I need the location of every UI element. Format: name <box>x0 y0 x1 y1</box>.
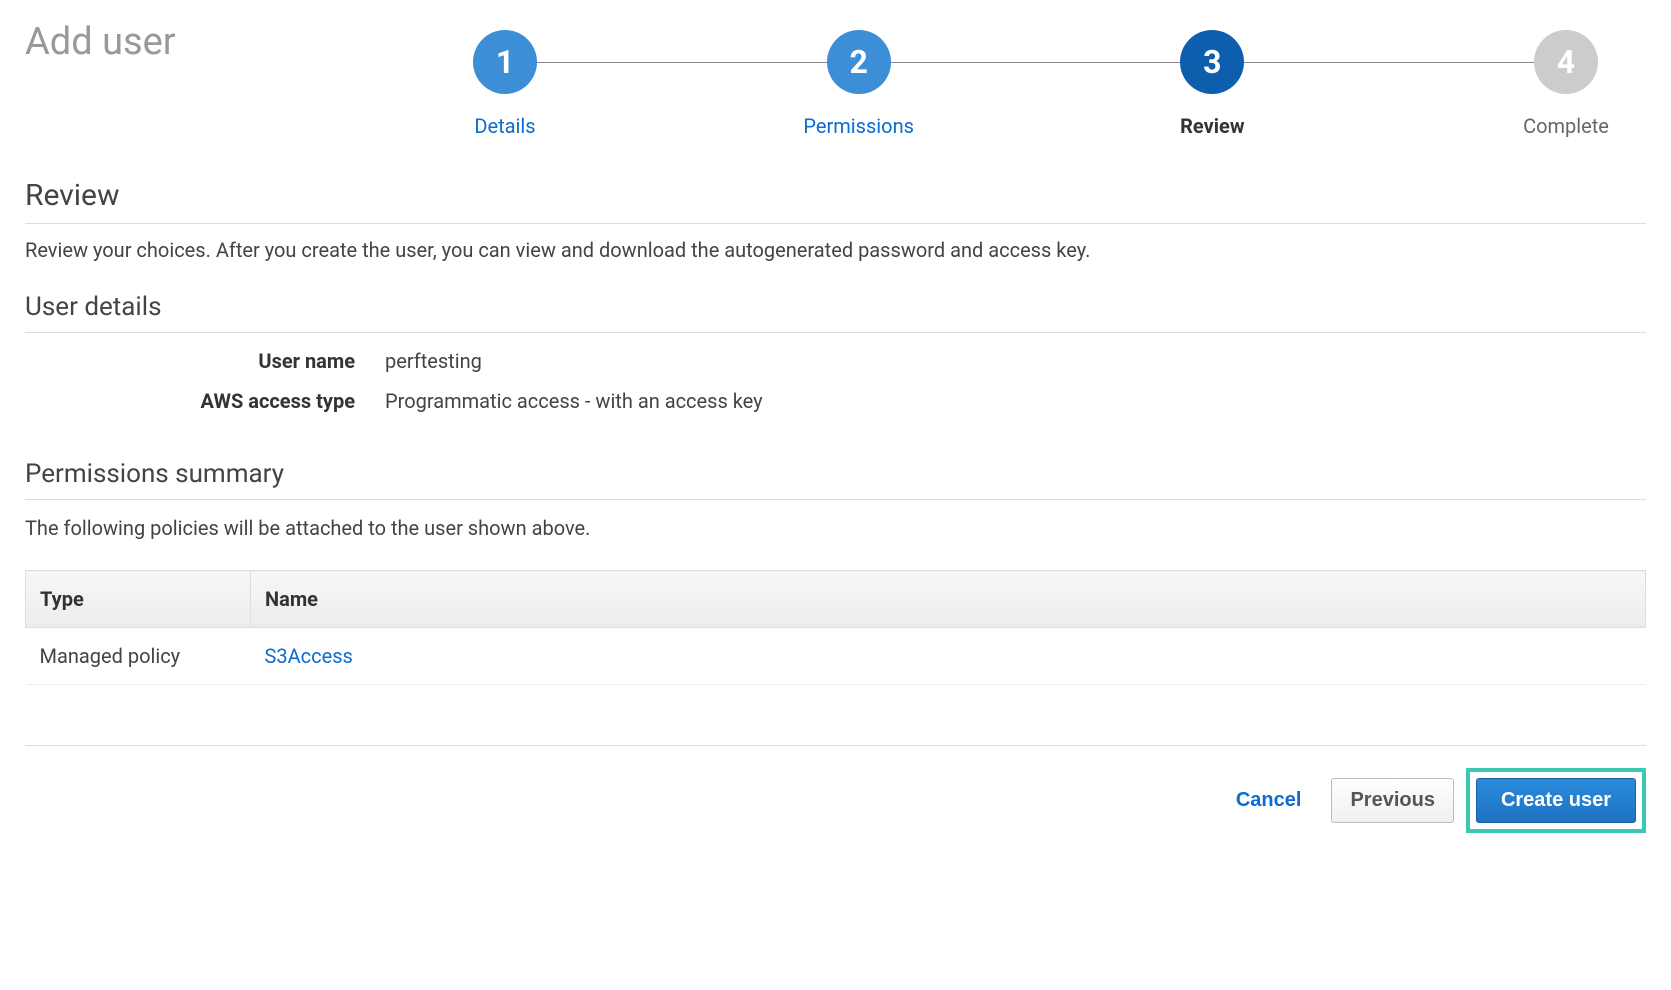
detail-row-access-type: AWS access type Programmatic access - wi… <box>25 389 1646 413</box>
step-label-complete: Complete <box>1523 114 1609 138</box>
step-number-2: 2 <box>827 30 891 94</box>
create-user-highlight: Create user <box>1466 768 1646 833</box>
detail-label-username: User name <box>25 349 385 373</box>
permissions-summary-heading: Permissions summary <box>25 459 1646 500</box>
step-number-4: 4 <box>1534 30 1598 94</box>
policies-table: Type Name Managed policy S3Access <box>25 570 1646 685</box>
step-label-review: Review <box>1180 114 1244 138</box>
step-details[interactable]: 1 Details <box>445 30 565 138</box>
page-title: Add user <box>25 20 425 64</box>
step-number-3: 3 <box>1180 30 1244 94</box>
policy-name-link[interactable]: S3Access <box>265 644 353 668</box>
detail-label-access-type: AWS access type <box>25 389 385 413</box>
detail-value-access-type: Programmatic access - with an access key <box>385 389 763 413</box>
permissions-summary-description: The following policies will be attached … <box>25 516 1646 540</box>
review-heading: Review <box>25 178 1646 224</box>
detail-value-username: perftesting <box>385 349 482 373</box>
detail-row-username: User name perftesting <box>25 349 1646 373</box>
step-label-permissions: Permissions <box>803 114 914 138</box>
step-complete: 4 Complete <box>1506 30 1626 138</box>
user-details-heading: User details <box>25 292 1646 333</box>
column-header-name[interactable]: Name <box>251 571 1646 628</box>
policy-name-cell: S3Access <box>251 628 1646 685</box>
policy-type-cell: Managed policy <box>26 628 251 685</box>
table-row: Managed policy S3Access <box>26 628 1646 685</box>
stepper-line <box>495 62 1576 63</box>
step-number-1: 1 <box>473 30 537 94</box>
cancel-button[interactable]: Cancel <box>1218 779 1320 822</box>
create-user-button[interactable]: Create user <box>1476 778 1636 823</box>
previous-button[interactable]: Previous <box>1331 778 1453 823</box>
step-label-details: Details <box>474 114 535 138</box>
review-description: Review your choices. After you create th… <box>25 238 1646 262</box>
footer-actions: Cancel Previous Create user <box>25 745 1646 833</box>
column-header-type[interactable]: Type <box>26 571 251 628</box>
wizard-stepper: 1 Details 2 Permissions 3 Review 4 Compl… <box>425 30 1646 138</box>
step-review[interactable]: 3 Review <box>1152 30 1272 138</box>
step-permissions[interactable]: 2 Permissions <box>799 30 919 138</box>
